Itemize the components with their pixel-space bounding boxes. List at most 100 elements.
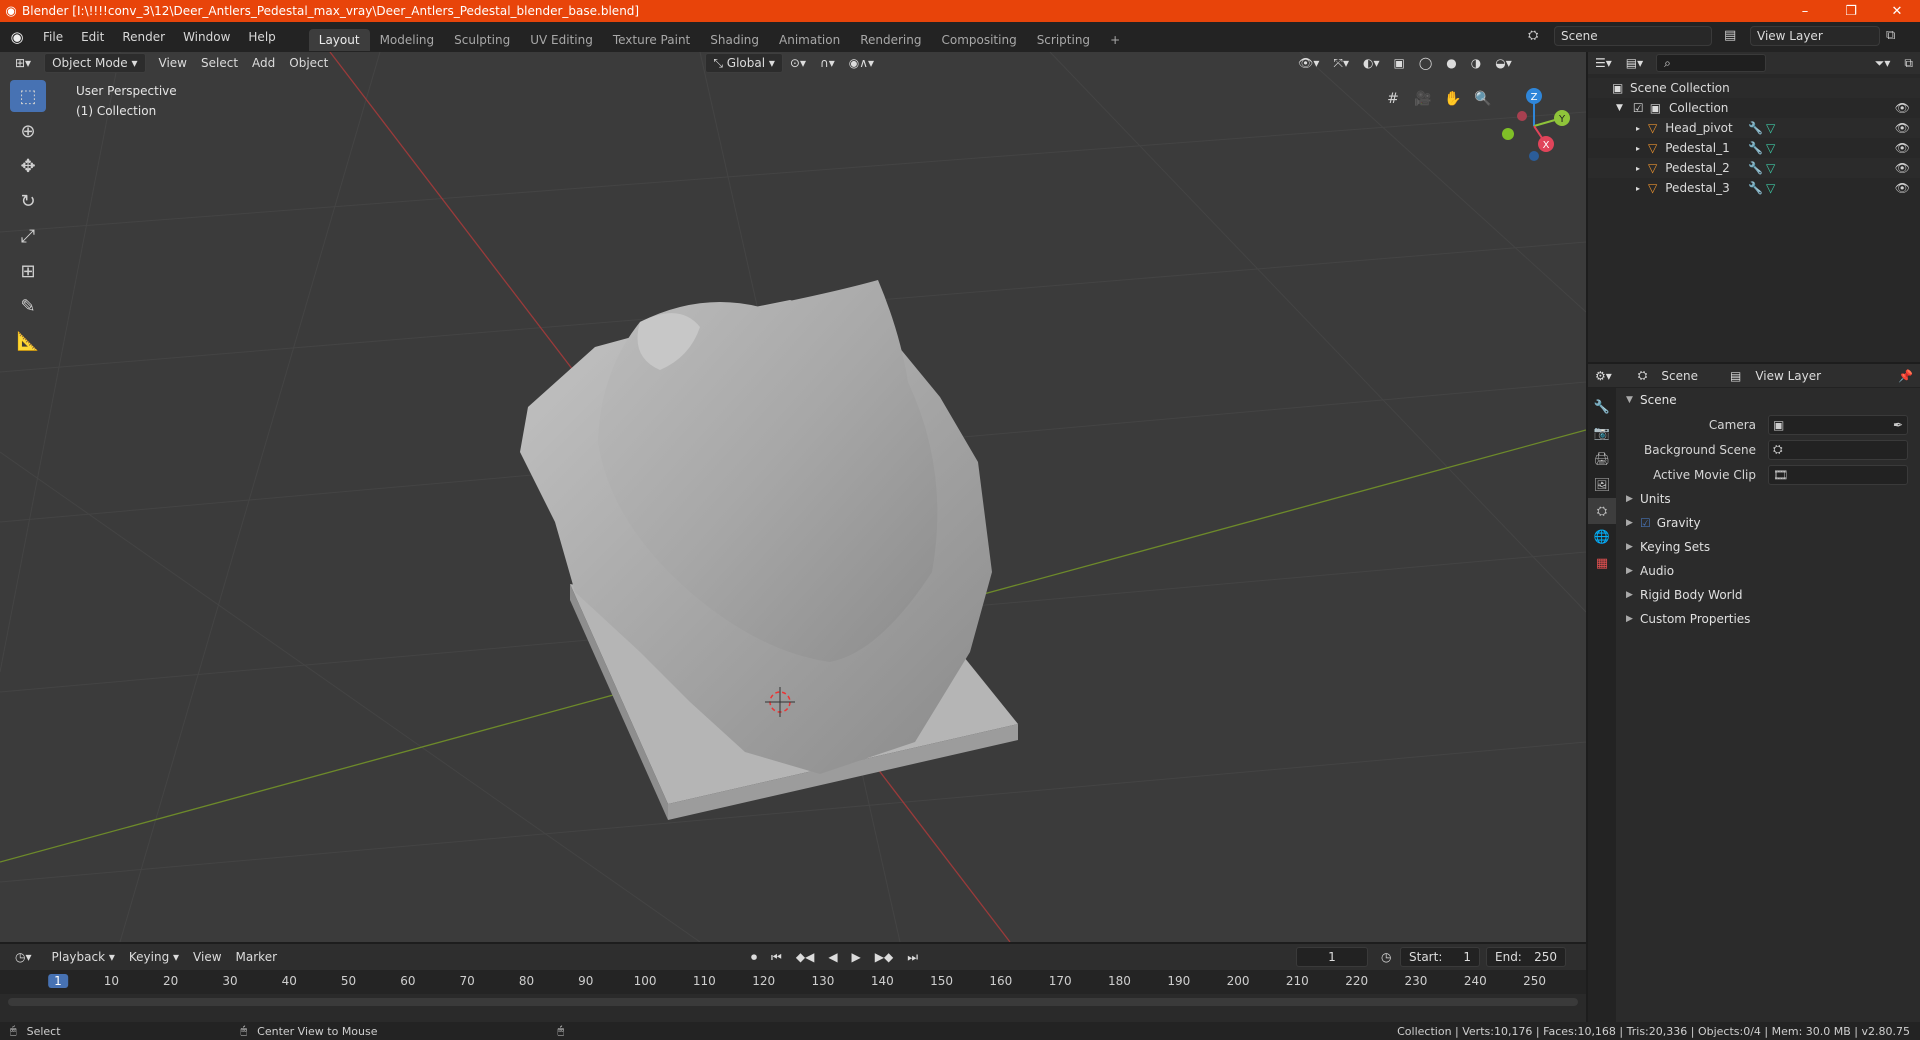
collection-eye-icon[interactable]: 👁: [1895, 101, 1910, 115]
timeline-menu-marker[interactable]: Marker: [229, 947, 284, 967]
tab-texture-paint[interactable]: Texture Paint: [603, 29, 700, 51]
view-layer-selector[interactable]: View Layer: [1750, 26, 1880, 46]
viewport-menu-add[interactable]: Add: [245, 53, 282, 73]
outliner-object-pedestal-2[interactable]: ▸ ▽ Pedestal_2 🔧 ▽ 👁: [1588, 158, 1920, 178]
menu-edit[interactable]: Edit: [72, 22, 113, 52]
tab-uv-editing[interactable]: UV Editing: [520, 29, 603, 51]
cursor-tool-icon[interactable]: ⊕: [10, 115, 46, 147]
annotate-tool-icon[interactable]: ✎: [10, 290, 46, 322]
play-reverse-icon[interactable]: ◀: [821, 947, 844, 967]
properties-view-layer-tab[interactable]: View Layer: [1748, 366, 1828, 386]
render-tab-icon[interactable]: 📷: [1588, 420, 1616, 446]
new-collection-icon[interactable]: ⧉: [1897, 53, 1920, 73]
toggle-grid-icon[interactable]: #: [1380, 86, 1406, 112]
tab-shading[interactable]: Shading: [700, 29, 769, 51]
texture-tab-icon[interactable]: ▦: [1588, 550, 1616, 576]
play-icon[interactable]: ▶: [845, 947, 868, 967]
gravity-panel[interactable]: ▶ ☑ Gravity: [1618, 511, 1920, 535]
collection-expand-icon[interactable]: ▼: [1588, 103, 1623, 113]
keying-sets-panel[interactable]: ▶ Keying Sets: [1618, 535, 1920, 559]
select-box-tool-icon[interactable]: ⬚: [10, 80, 46, 112]
outliner-object-pedestal-1[interactable]: ▸ ▽ Pedestal_1 🔧 ▽ 👁: [1588, 138, 1920, 158]
menu-render[interactable]: Render: [113, 22, 174, 52]
rigid-body-world-panel[interactable]: ▶ Rigid Body World: [1618, 583, 1920, 607]
display-mode-icon[interactable]: ▤▾: [1619, 53, 1650, 73]
object-eye-icon[interactable]: 👁: [1895, 141, 1910, 155]
outliner-editor-icon[interactable]: ☰▾: [1588, 53, 1619, 73]
end-frame-field[interactable]: End: 250: [1486, 947, 1566, 967]
timeline-menu-view[interactable]: View: [186, 947, 228, 967]
gizmo-toggle-icon[interactable]: ⤧▾: [1326, 53, 1356, 73]
object-eye-icon[interactable]: 👁: [1895, 121, 1910, 135]
viewport-menu-select[interactable]: Select: [194, 53, 245, 73]
rotate-tool-icon[interactable]: ↻: [10, 185, 46, 217]
visibility-icon[interactable]: 👁▾: [1291, 53, 1326, 73]
pivot-point-icon[interactable]: ⊙▾: [783, 53, 813, 73]
proportional-edit-icon[interactable]: ◉∧▾: [842, 53, 881, 73]
new-view-layer-icon[interactable]: ⧉: [1886, 28, 1895, 43]
object-eye-icon[interactable]: 👁: [1895, 181, 1910, 195]
shading-rendered-icon[interactable]: ◒▾: [1488, 53, 1519, 73]
properties-editor-icon[interactable]: ⚙▾: [1588, 366, 1619, 386]
shading-solid-icon[interactable]: ●: [1439, 53, 1463, 73]
camera-view-icon[interactable]: 🎥: [1410, 86, 1436, 112]
tab-compositing[interactable]: Compositing: [931, 29, 1026, 51]
object-eye-icon[interactable]: 👁: [1895, 161, 1910, 175]
outliner-search-input[interactable]: ⌕: [1656, 54, 1767, 72]
active-movie-clip-field[interactable]: 🎞: [1768, 464, 1908, 485]
shading-wireframe-icon[interactable]: ◯: [1412, 53, 1439, 73]
background-scene-field[interactable]: ⛭: [1768, 439, 1908, 460]
timeline-scrollbar[interactable]: [8, 998, 1578, 1006]
pin-icon[interactable]: 📌: [1891, 366, 1920, 386]
xray-icon[interactable]: ▣: [1386, 53, 1411, 73]
timeline-editor-icon[interactable]: ◷▾: [8, 947, 39, 967]
minimize-button[interactable]: –: [1782, 0, 1828, 22]
output-tab-icon[interactable]: 🖨: [1588, 446, 1616, 472]
tab-sculpting[interactable]: Sculpting: [444, 29, 520, 51]
expand-icon[interactable]: ▸: [1588, 124, 1640, 133]
maximize-button[interactable]: ❐: [1828, 0, 1874, 22]
start-frame-field[interactable]: Start: 1: [1400, 947, 1480, 967]
snap-icon[interactable]: ∩▾: [813, 53, 842, 73]
record-icon[interactable]: ⏺: [744, 947, 764, 967]
object-mode-dropdown[interactable]: Object Mode ▾: [44, 53, 146, 73]
timeline-menu-playback[interactable]: Playback ▾: [45, 947, 122, 967]
tab-animation[interactable]: Animation: [769, 29, 850, 51]
preview-range-icon[interactable]: ◷: [1374, 947, 1398, 967]
current-frame-field[interactable]: 1: [1296, 947, 1368, 967]
editor-type-icon[interactable]: ⊞▾: [8, 53, 38, 73]
outliner-scene-collection[interactable]: ▣ Scene Collection: [1588, 78, 1920, 98]
move-tool-icon[interactable]: ✥: [10, 150, 46, 182]
menu-help[interactable]: Help: [239, 22, 284, 52]
viewport-menu-view[interactable]: View: [152, 53, 194, 73]
viewport-menu-object[interactable]: Object: [282, 53, 335, 73]
tab-scripting[interactable]: Scripting: [1027, 29, 1100, 51]
tab-modeling[interactable]: Modeling: [370, 29, 445, 51]
custom-properties-panel[interactable]: ▶ Custom Properties: [1618, 607, 1920, 631]
expand-icon[interactable]: ▸: [1588, 164, 1640, 173]
shading-material-icon[interactable]: ◑: [1464, 53, 1488, 73]
expand-icon[interactable]: ▸: [1588, 184, 1640, 193]
gravity-checkbox-icon[interactable]: ☑: [1640, 516, 1651, 530]
pan-view-icon[interactable]: ✋: [1440, 86, 1466, 112]
jump-start-icon[interactable]: ⏮: [764, 947, 789, 967]
blender-menu-icon[interactable]: ◉: [0, 22, 34, 52]
tab-layout[interactable]: Layout: [308, 29, 370, 51]
scene-tab-icon[interactable]: ⛭: [1588, 498, 1616, 524]
outliner-object-head-pivot[interactable]: ▸ ▽ Head_pivot 🔧 ▽ 👁: [1588, 118, 1920, 138]
collection-checkbox-icon[interactable]: ☑: [1633, 101, 1644, 115]
eyedropper-icon[interactable]: ✒: [1893, 418, 1903, 432]
units-panel[interactable]: ▶ Units: [1618, 487, 1920, 511]
outliner-object-pedestal-3[interactable]: ▸ ▽ Pedestal_3 🔧 ▽ 👁: [1588, 178, 1920, 198]
tab-rendering[interactable]: Rendering: [850, 29, 931, 51]
zoom-view-icon[interactable]: 🔍: [1470, 86, 1496, 112]
menu-window[interactable]: Window: [174, 22, 239, 52]
timeline-ruler[interactable]: 1 10 20 30 40 50 60 70 80 90 100 110 120 130 140 150 160…: [0, 970, 1586, 994]
timeline-menu-keying[interactable]: Keying ▾: [122, 947, 186, 967]
scene-panel-header[interactable]: ▼ Scene: [1618, 388, 1920, 412]
scale-tool-icon[interactable]: ⤢: [10, 220, 46, 252]
expand-icon[interactable]: ▸: [1588, 144, 1640, 153]
transform-tool-icon[interactable]: ⊞: [10, 255, 46, 287]
measure-tool-icon[interactable]: 📐: [10, 325, 46, 357]
navigation-gizmo[interactable]: Z Y X: [1494, 86, 1574, 166]
